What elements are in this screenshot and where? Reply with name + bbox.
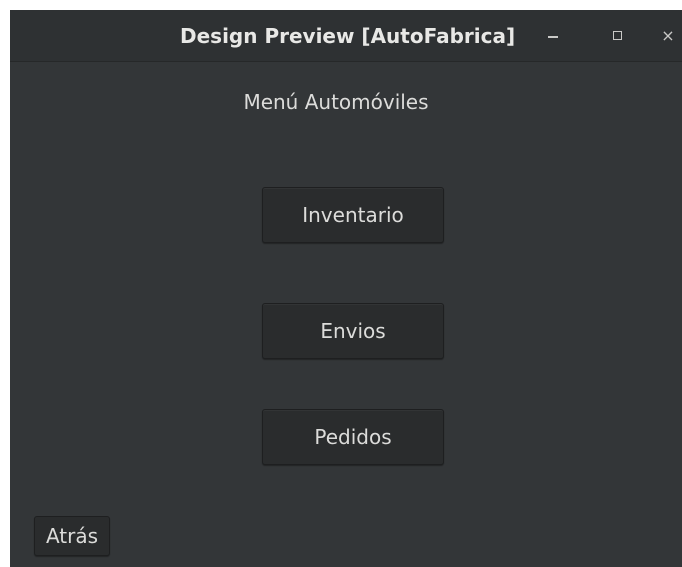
maximize-button[interactable]	[606, 24, 630, 48]
app-window: Design Preview [AutoFabrica] × Menú Auto…	[10, 10, 682, 567]
close-button[interactable]: ×	[656, 24, 680, 48]
minimize-button[interactable]	[541, 24, 565, 48]
pedidos-button[interactable]: Pedidos	[262, 409, 444, 465]
window-title: Design Preview [AutoFabrica]	[180, 24, 516, 48]
maximize-icon	[613, 31, 622, 40]
back-button[interactable]: Atrás	[34, 516, 110, 556]
title-bar[interactable]: Design Preview [AutoFabrica] ×	[10, 10, 682, 62]
envios-button[interactable]: Envios	[262, 303, 444, 359]
close-icon: ×	[661, 26, 675, 45]
minimize-icon	[548, 36, 558, 38]
inventario-button[interactable]: Inventario	[262, 187, 444, 243]
menu-heading: Menú Automóviles	[243, 90, 429, 114]
